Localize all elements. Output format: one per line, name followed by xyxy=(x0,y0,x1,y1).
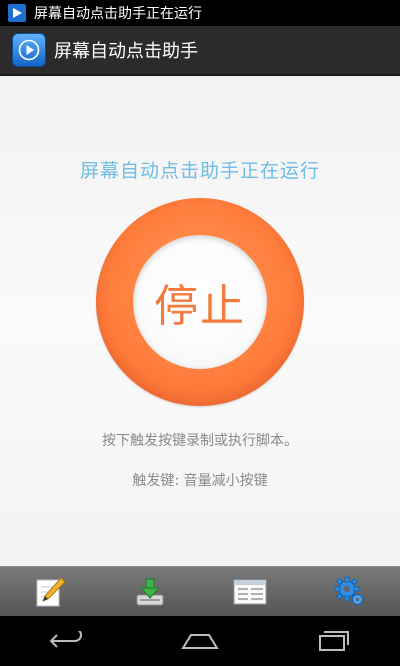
app-icon xyxy=(12,33,46,67)
play-icon xyxy=(8,4,26,22)
stop-button-label: 停止 xyxy=(154,281,246,332)
edit-script-button[interactable] xyxy=(0,567,100,616)
settings-button[interactable] xyxy=(300,567,400,616)
recent-apps-icon xyxy=(319,631,350,651)
back-button[interactable] xyxy=(0,616,133,666)
play-icon xyxy=(18,39,40,61)
bottom-toolbar xyxy=(0,566,400,616)
hint-text: 按下触发按键录制或执行脚本。 xyxy=(102,433,298,449)
stop-button[interactable]: 停止 xyxy=(96,198,304,406)
recent-apps-button[interactable] xyxy=(267,616,400,666)
download-icon xyxy=(136,578,164,605)
stop-button-center: 停止 xyxy=(133,235,267,369)
running-status-text: 屏幕自动点击助手正在运行 xyxy=(79,160,320,182)
action-bar: 屏幕自动点击助手 xyxy=(0,26,400,76)
back-icon xyxy=(49,631,82,648)
gear-icon xyxy=(334,576,363,605)
pencil-icon xyxy=(36,576,66,606)
status-bar: 屏幕自动点击助手正在运行 xyxy=(0,0,400,26)
trigger-key-text: 触发键: 音量减小按键 xyxy=(132,473,268,489)
home-icon xyxy=(181,634,219,649)
app-title: 屏幕自动点击助手 xyxy=(54,41,198,62)
home-button[interactable] xyxy=(133,616,266,666)
import-script-button[interactable] xyxy=(100,567,200,616)
main-content: 屏幕自动点击助手正在运行 停止 按下触发按键录制或执行脚本。 触发键: 音量减小… xyxy=(0,76,400,566)
window-list-icon xyxy=(233,579,267,604)
navigation-bar xyxy=(0,616,400,666)
script-list-button[interactable] xyxy=(200,567,300,616)
notification-text: 屏幕自动点击助手正在运行 xyxy=(34,6,202,22)
